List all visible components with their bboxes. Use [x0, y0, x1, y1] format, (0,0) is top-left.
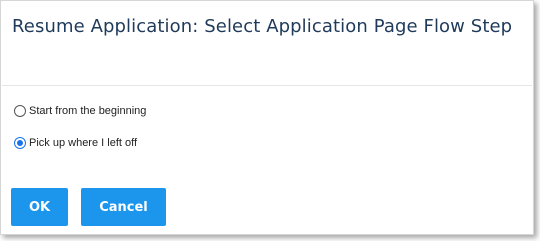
flow-step-options: Start from the beginning Pick up where I… [14, 103, 146, 167]
option-start-from-beginning[interactable]: Start from the beginning [14, 103, 146, 119]
option-pick-up-where-left-off[interactable]: Pick up where I left off [14, 135, 146, 151]
pick-up-where-left-off-radio[interactable] [14, 137, 26, 149]
start-from-beginning-label[interactable]: Start from the beginning [29, 105, 146, 117]
ok-button[interactable]: OK [11, 188, 68, 226]
title-divider [2, 85, 532, 86]
dialog-title: Resume Application: Select Application P… [12, 16, 513, 37]
resume-application-dialog: Resume Application: Select Application P… [0, 0, 534, 235]
start-from-beginning-radio[interactable] [14, 105, 26, 117]
pick-up-where-left-off-label[interactable]: Pick up where I left off [29, 137, 137, 149]
cancel-button[interactable]: Cancel [81, 188, 166, 226]
